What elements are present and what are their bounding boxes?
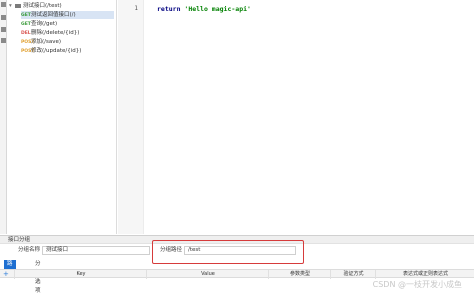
tree-api-item[interactable]: GET测试返回值接口(/) — [21, 11, 114, 19]
function-list-icon[interactable] — [1, 15, 6, 20]
line-number: 1 — [134, 5, 138, 12]
folder-icon — [15, 3, 21, 8]
column-header-expression: 表达式或正则表达式 — [375, 270, 474, 279]
column-header-validation: 验证方式 — [330, 270, 376, 279]
line-number-gutter — [118, 0, 144, 234]
tree-api-item[interactable]: POST添加(/save) — [21, 38, 114, 46]
column-header-type: 参数类型 — [268, 270, 331, 279]
column-header-key: Key — [14, 270, 147, 279]
tree-api-label: 删除(/delete/{id}) — [31, 30, 80, 36]
tab-group-options[interactable]: 分组选项 — [32, 260, 44, 294]
http-method-badge: POST — [21, 49, 35, 54]
settings-icon[interactable] — [1, 38, 6, 43]
tree-api-item[interactable]: POST修改(/update/{id}) — [21, 47, 114, 55]
tab-path-variables[interactable]: 路径变量 — [4, 260, 16, 294]
red-highlight-box — [152, 240, 304, 264]
http-method-badge: POST — [21, 40, 35, 45]
code-string: 'Hello magic-api' — [184, 5, 251, 13]
tree-api-label: 查询(/get) — [31, 21, 58, 27]
group-name-label: 分组名称 — [18, 247, 41, 253]
watermark: CSDN @一枝开发小成鱼 — [372, 280, 462, 289]
http-method-badge: GET — [21, 13, 31, 18]
left-toolbar-strip — [0, 0, 7, 234]
tree-api-label: 修改(/update/{id}) — [31, 48, 82, 54]
code-keyword: return — [157, 5, 181, 13]
http-method-badge: DEL — [21, 31, 31, 36]
tree-api-item[interactable]: DEL删除(/delete/{id}) — [21, 29, 114, 37]
params-table-header: Key Value 参数类型 验证方式 表达式或正则表达式 — [0, 269, 474, 279]
tree-group-label: 测试接口(/test) — [23, 3, 62, 9]
code-line-1[interactable]: return 'Hello magic-api' — [157, 5, 251, 13]
tree-api-item[interactable]: GET查询(/get) — [21, 20, 114, 28]
tree-api-label: 测试返回值接口(/) — [31, 12, 76, 18]
api-tree-panel: ▾ 测试接口(/test) GET测试返回值接口(/) GET查询(/get) DEL… — [7, 0, 117, 234]
tree-group-test[interactable]: ▾ 测试接口(/test) — [9, 2, 62, 10]
api-list-icon[interactable] — [1, 2, 6, 7]
column-header-value: Value — [146, 270, 269, 279]
add-row-icon[interactable]: + — [3, 271, 10, 278]
tree-api-label: 添加(/save) — [31, 39, 62, 45]
group-name-input[interactable]: 测试接口 — [42, 246, 150, 255]
http-method-badge: GET — [21, 22, 31, 27]
datasource-icon[interactable] — [1, 27, 6, 32]
code-editor[interactable] — [118, 0, 474, 234]
